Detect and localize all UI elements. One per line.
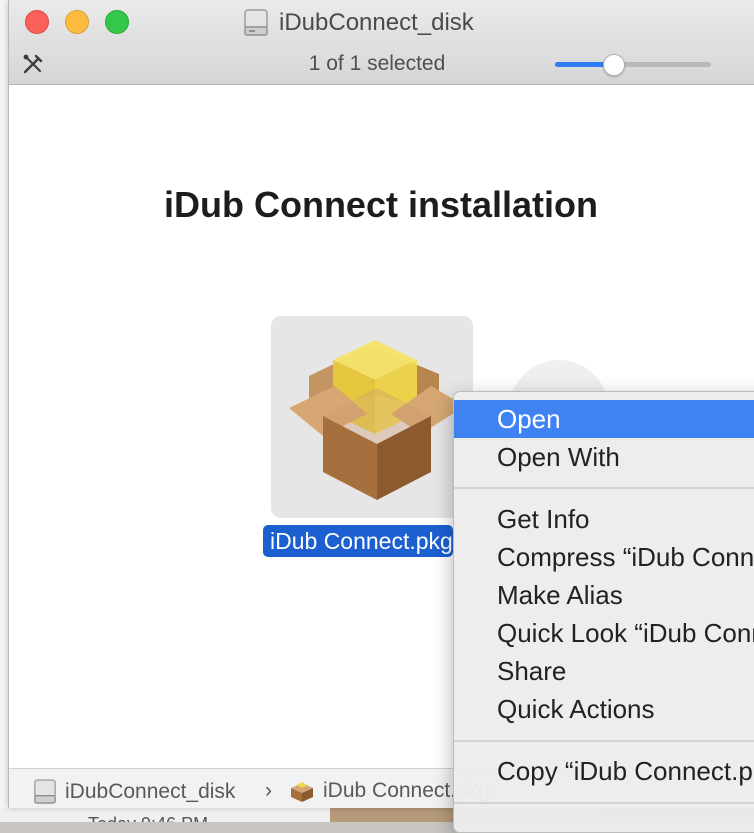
package-icon	[291, 782, 313, 802]
minimize-button[interactable]	[65, 10, 89, 34]
slider-knob[interactable]	[603, 54, 625, 76]
disk-icon	[244, 9, 268, 36]
file-name-label[interactable]: iDub Connect.pkg	[263, 525, 453, 557]
zoom-button[interactable]	[105, 10, 129, 34]
menu-item-open-with[interactable]: Open With	[454, 438, 754, 476]
menu-item-quick-actions[interactable]: Quick Actions	[454, 690, 754, 728]
background-timestamp: Today 9:46 PM	[88, 810, 208, 822]
disk-icon	[34, 779, 56, 804]
menu-item-share[interactable]: Share	[454, 652, 754, 690]
close-button[interactable]	[25, 10, 49, 34]
menu-item-compress[interactable]: Compress “iDub Connect.pkg”	[454, 538, 754, 576]
menu-item-make-alias[interactable]: Make Alias	[454, 576, 754, 614]
path-separator: ›	[265, 779, 272, 802]
package-icon	[289, 340, 465, 500]
context-menu: Open Open With Get Info Compress “iDub C…	[453, 391, 754, 833]
window-title-text: iDubConnect_disk	[279, 9, 474, 36]
menu-item-get-info[interactable]: Get Info	[454, 500, 754, 538]
icon-size-slider[interactable]	[555, 54, 711, 76]
file-icon-tile[interactable]	[271, 316, 473, 518]
menu-separator	[454, 740, 754, 742]
menu-separator	[454, 802, 754, 804]
menu-item-quick-look[interactable]: Quick Look “iDub Connect.pkg”	[454, 614, 754, 652]
window-title: iDubConnect_disk	[243, 8, 474, 38]
page-title: iDub Connect installation	[163, 184, 598, 225]
menu-item-open[interactable]: Open	[454, 400, 754, 438]
path-item-disk[interactable]: iDubConnect_disk	[33, 779, 235, 805]
menu-separator	[454, 487, 754, 489]
path-item-disk-label: iDubConnect_disk	[65, 780, 236, 803]
menu-item-copy[interactable]: Copy “iDub Connect.pkg”	[454, 752, 754, 790]
